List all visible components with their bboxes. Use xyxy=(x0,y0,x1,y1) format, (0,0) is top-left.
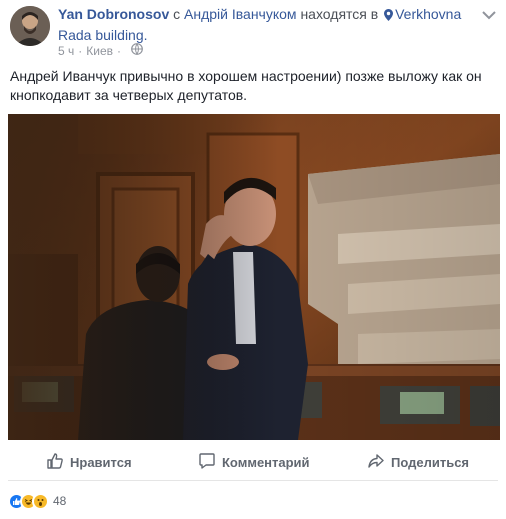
post-photo[interactable] xyxy=(8,114,500,440)
with-prefix: с xyxy=(173,6,181,22)
meta-separator: · xyxy=(78,44,83,58)
tagged-person[interactable]: Андрій Іванчуком xyxy=(184,6,297,22)
share-button[interactable]: Поделиться xyxy=(367,448,469,476)
post-actions: Нравится Комментарий Поделиться xyxy=(0,448,506,476)
like-button[interactable]: Нравится xyxy=(46,448,132,476)
map-pin-icon xyxy=(384,7,394,26)
wow-reaction-icon xyxy=(32,492,49,510)
author-avatar[interactable] xyxy=(10,6,50,46)
post-time[interactable]: 5 ч xyxy=(58,43,74,59)
meta-separator: · xyxy=(117,44,122,58)
reactions-summary[interactable]: 48 xyxy=(8,492,66,510)
like-label: Нравится xyxy=(70,454,132,470)
more-options-icon[interactable] xyxy=(480,8,498,22)
post-location[interactable]: Киев xyxy=(86,43,113,59)
globe-icon[interactable] xyxy=(131,43,143,59)
share-icon xyxy=(367,452,391,473)
at-prefix: находятся в xyxy=(300,6,379,22)
post-body-text: Андрей Иванчук привычно в хорошем настро… xyxy=(10,68,482,103)
comment-button[interactable]: Комментарий xyxy=(198,448,310,476)
post-header: Yan Dobronosov с Андрій Іванчуком находя… xyxy=(58,5,468,45)
share-label: Поделиться xyxy=(391,454,470,470)
facebook-post: Yan Dobronosov с Андрій Іванчуком находя… xyxy=(0,0,506,519)
reactions-count[interactable]: 48 xyxy=(53,494,66,508)
author-name[interactable]: Yan Dobronosov xyxy=(58,6,169,22)
thumbs-up-icon xyxy=(46,452,70,473)
comment-label: Комментарий xyxy=(222,454,310,470)
post-meta: 5 ч · Киев · xyxy=(58,43,143,59)
comment-icon xyxy=(198,452,222,473)
actions-divider xyxy=(8,480,498,481)
